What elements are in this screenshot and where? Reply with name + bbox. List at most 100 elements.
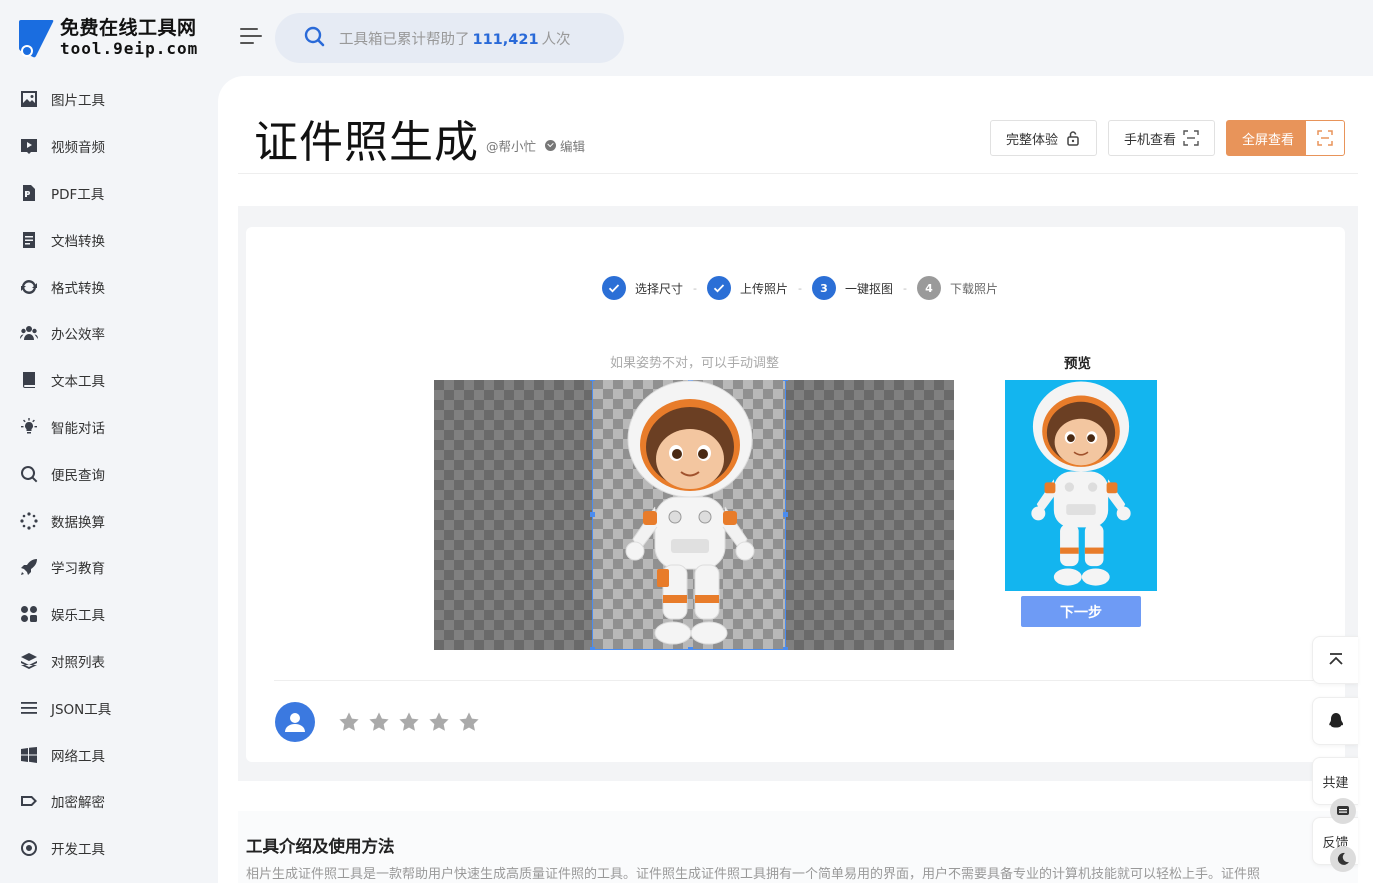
author-info: @帮小忙 编辑 <box>486 136 585 155</box>
sidebar-item-image-tools[interactable]: 图片工具 <box>0 76 218 123</box>
sidebar-item-label: 视频音频 <box>51 140 105 157</box>
sidebar-item-ai-chat[interactable]: 智能对话 <box>0 404 218 451</box>
user-icon <box>285 713 305 732</box>
sidebar-item-label: 图片工具 <box>51 93 105 110</box>
sidebar-item-crypto[interactable]: 加密解密 <box>0 778 218 825</box>
progress-steps: 选择尺寸 - 上传照片 - 3 一键抠图 - 4 下载照片 <box>602 276 998 300</box>
sidebar-item-dev-tools[interactable]: 开发工具 <box>0 825 218 872</box>
edit-icon <box>545 140 557 151</box>
next-step-button[interactable]: 下一步 <box>1021 596 1141 627</box>
sidebar-item-label: 格式转换 <box>51 280 105 297</box>
adjust-hint: 如果姿势不对，可以手动调整 <box>610 356 780 371</box>
search-icon <box>20 465 38 483</box>
sidebar-item-format-convert[interactable]: 格式转换 <box>0 263 218 310</box>
sidebar-item-json[interactable]: JSON工具 <box>0 684 218 731</box>
moon-icon[interactable] <box>1330 846 1356 872</box>
step-download: 4 下载照片 <box>917 276 998 300</box>
sidebar-item-doc-convert[interactable]: 文档转换 <box>0 216 218 263</box>
astronaut-figure <box>625 380 755 645</box>
team-icon <box>20 324 38 342</box>
bulb-icon <box>20 417 38 436</box>
sidebar-item-data-convert[interactable]: 数据换算 <box>0 497 218 544</box>
target-icon <box>20 839 38 857</box>
brand-title: 免费在线工具网 <box>60 17 197 39</box>
document-icon <box>20 231 38 249</box>
sidebar-item-comparison[interactable]: 对照列表 <box>0 638 218 685</box>
intro-text: 相片生成证件照工具是一款帮助用户快速生成高质量证件照的工具。证件照生成证件照工具… <box>246 867 1261 882</box>
search-bar[interactable]: 工具箱已累计帮助了 111,421 人次 <box>275 13 624 63</box>
co-build-button[interactable]: 共建 <box>1312 757 1358 805</box>
arrow-up-icon <box>1328 653 1343 665</box>
search-suffix: 人次 <box>541 31 571 48</box>
windows-icon <box>20 746 38 764</box>
star-icon[interactable] <box>338 711 360 733</box>
step-separator: - <box>903 281 907 295</box>
step-label: 选择尺寸 <box>635 281 684 296</box>
sidebar-item-label: 办公效率 <box>51 327 105 344</box>
page-title: 证件照生成 <box>254 117 479 168</box>
qq-icon <box>1328 713 1343 728</box>
back-to-top-button[interactable] <box>1312 636 1358 684</box>
step-label: 一键抠图 <box>845 281 894 296</box>
check-icon <box>707 276 731 300</box>
menu-icon <box>20 699 38 717</box>
sidebar-item-pdf-tools[interactable]: PDF工具 <box>0 170 218 217</box>
full-experience-button[interactable]: 完整体验 <box>989 120 1097 156</box>
step-select-size: 选择尺寸 <box>602 276 683 300</box>
chat-bubble-icon[interactable] <box>1330 798 1356 824</box>
site-logo[interactable]: 免费在线工具网 tool.9eip.com <box>18 18 198 58</box>
id-photo-tool: 选择尺寸 - 上传照片 - 3 一键抠图 - 4 下载照片 如果姿势不对，可以手… <box>246 227 1345 762</box>
help-count: 111,421 <box>472 31 539 48</box>
step-separator: - <box>798 281 802 295</box>
menu-toggle-button[interactable] <box>240 28 262 48</box>
sidebar-item-label: 智能对话 <box>51 420 105 437</box>
photo-preview <box>1005 380 1157 591</box>
sidebar-item-label: 学习教育 <box>51 561 105 578</box>
rating-divider <box>274 680 1317 681</box>
step-label: 上传照片 <box>740 281 789 296</box>
search-placeholder: 工具箱已累计帮助了 111,421 人次 <box>339 28 571 49</box>
qq-button[interactable] <box>1312 697 1358 745</box>
fullscreen-icon <box>1317 130 1333 146</box>
sidebar-item-education[interactable]: 学习教育 <box>0 544 218 591</box>
step-number: 3 <box>812 276 836 300</box>
sidebar-item-label: 便民查询 <box>51 467 105 484</box>
sidebar-item-lookup[interactable]: 便民查询 <box>0 450 218 497</box>
check-icon <box>602 276 626 300</box>
search-icon <box>303 25 325 51</box>
video-icon <box>20 137 38 155</box>
sidebar-item-text-tools[interactable]: 文本工具 <box>0 357 218 404</box>
star-icon[interactable] <box>458 711 480 733</box>
apps-icon <box>20 605 38 623</box>
star-icon[interactable] <box>398 711 420 733</box>
sidebar-item-office[interactable]: 办公效率 <box>0 310 218 357</box>
rating-stars <box>338 711 480 733</box>
mobile-view-button[interactable]: 手机查看 <box>1107 120 1215 156</box>
step-upload-photo: 上传照片 <box>707 276 788 300</box>
search-prefix: 工具箱已累计帮助了 <box>339 31 470 48</box>
full-experience-label: 完整体验 <box>1005 132 1058 148</box>
header-divider <box>238 173 1358 174</box>
edit-link[interactable]: 编辑 <box>560 136 585 155</box>
sidebar-item-label: 对照列表 <box>51 654 105 671</box>
unlock-icon <box>1067 131 1079 146</box>
sidebar: 免费在线工具网 tool.9eip.com 图片工具 视频音频 PDF工具 文档… <box>0 0 218 883</box>
fullscreen-view-button[interactable]: 全屏查看 <box>1225 120 1345 156</box>
photo-editor-canvas[interactable] <box>434 380 954 650</box>
avatar[interactable] <box>275 702 315 742</box>
sidebar-item-video-audio[interactable]: 视频音频 <box>0 123 218 170</box>
sidebar-item-label: 文本工具 <box>51 374 105 391</box>
spinner-icon <box>20 511 38 530</box>
author-name[interactable]: @帮小忙 <box>486 136 536 155</box>
sidebar-item-label: 加密解密 <box>51 795 105 812</box>
star-icon[interactable] <box>428 711 450 733</box>
step-number: 4 <box>917 276 941 300</box>
crop-box[interactable] <box>590 380 788 650</box>
sidebar-item-entertainment[interactable]: 娱乐工具 <box>0 591 218 638</box>
preview-title: 预览 <box>1064 356 1091 372</box>
star-icon[interactable] <box>368 711 390 733</box>
layers-icon <box>20 652 38 670</box>
sidebar-item-network[interactable]: 网络工具 <box>0 731 218 778</box>
step-cutout: 3 一键抠图 <box>812 276 893 300</box>
step-separator: - <box>693 281 697 295</box>
